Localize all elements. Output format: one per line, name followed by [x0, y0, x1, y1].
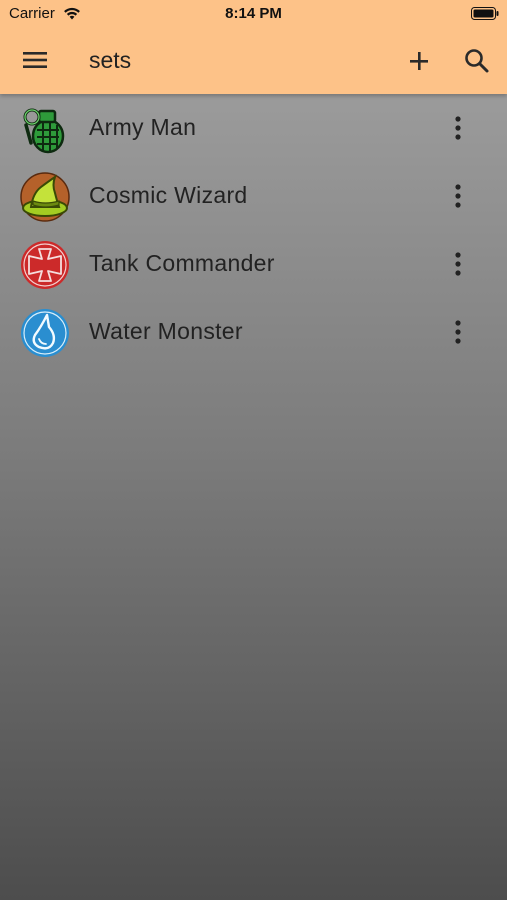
- more-vertical-icon[interactable]: [444, 176, 472, 216]
- more-vertical-icon[interactable]: [444, 108, 472, 148]
- status-bar: Carrier 8:14 PM: [0, 0, 507, 28]
- list-item-label: Army Man: [89, 114, 197, 140]
- list-item-label: Cosmic Wizard: [89, 182, 248, 208]
- list-item[interactable]: Army Man: [0, 94, 507, 162]
- more-vertical-icon[interactable]: [444, 244, 472, 284]
- battery-icon: [471, 7, 499, 20]
- hamburger-menu-icon[interactable]: [16, 46, 54, 74]
- list-item-label: Tank Commander: [89, 250, 275, 276]
- list-item[interactable]: Water Monster: [0, 298, 507, 366]
- more-vertical-icon[interactable]: [444, 312, 472, 352]
- iron-cross-icon: [21, 241, 69, 289]
- grenade-icon: [23, 108, 65, 154]
- water-drop-icon: [21, 309, 69, 357]
- sets-list: Army Man Cosmic Wizard Tank Commander Wa…: [0, 94, 507, 900]
- search-icon[interactable]: [460, 44, 494, 78]
- page-title: sets: [89, 47, 132, 73]
- list-item[interactable]: Tank Commander: [0, 230, 507, 298]
- status-time: 8:14 PM: [225, 5, 282, 22]
- list-item-label: Water Monster: [89, 318, 243, 344]
- toolbar: sets: [0, 36, 507, 86]
- app-bar: Carrier 8:14 PM sets: [0, 0, 507, 94]
- list-item[interactable]: Cosmic Wizard: [0, 162, 507, 230]
- plus-icon[interactable]: [402, 44, 436, 78]
- wizard-hat-icon: [20, 172, 70, 222]
